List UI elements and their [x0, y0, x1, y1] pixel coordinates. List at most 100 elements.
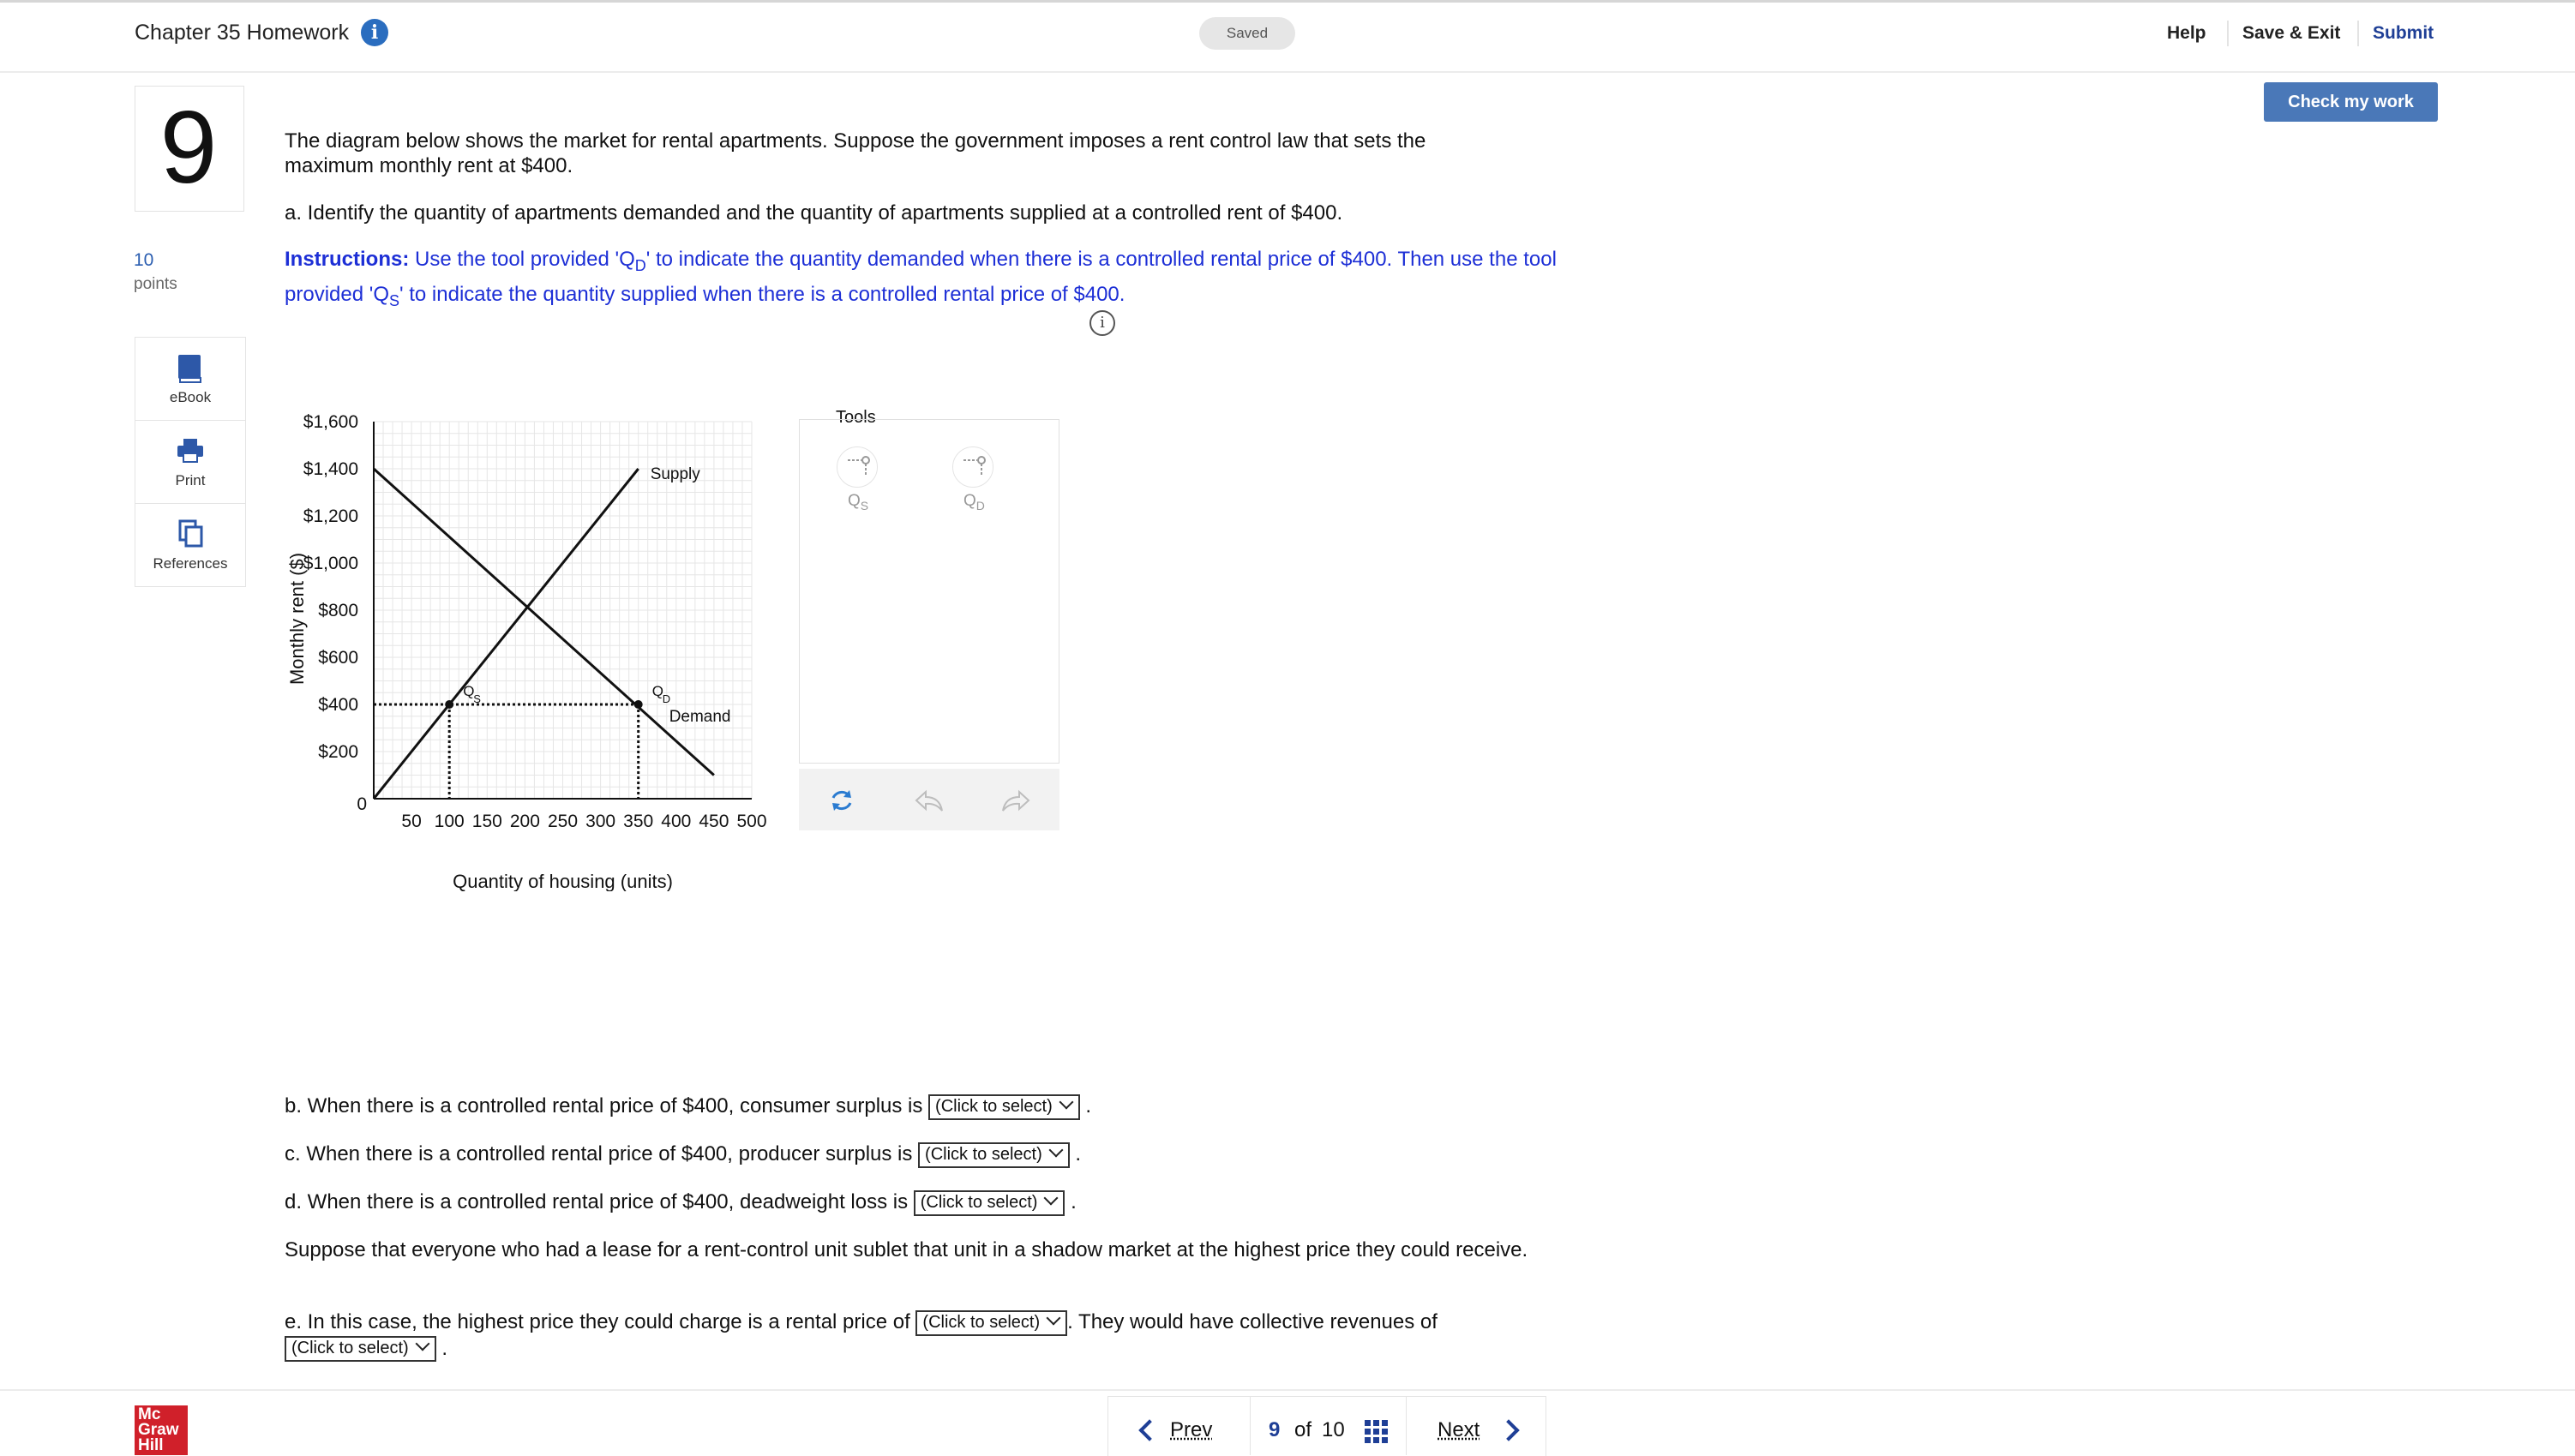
point-tool-icon [963, 456, 986, 476]
consumer-surplus-select[interactable]: (Click to select) [928, 1093, 1080, 1120]
current-page: 9 [1269, 1418, 1281, 1441]
y-tick-label: $1,600 [303, 412, 358, 432]
producer-surplus-select[interactable]: (Click to select) [918, 1141, 1070, 1168]
question-intro: The diagram below shows the market for r… [285, 129, 1426, 177]
divider [2227, 21, 2229, 46]
select-value: (Click to select) [920, 1192, 1038, 1212]
ebook-button[interactable]: eBook [135, 337, 246, 421]
marker-sub: D [663, 692, 670, 705]
period: . [441, 1336, 448, 1360]
prev-link[interactable]: Prev [1170, 1418, 1212, 1442]
select-value: (Click to select) [922, 1312, 1041, 1332]
collective-revenue-select[interactable]: (Click to select) [285, 1336, 436, 1363]
instructions-label: Instructions: [285, 248, 410, 271]
x-tick-label: 300 [585, 812, 615, 831]
points-value: 10 [134, 250, 154, 270]
x-tick-label: 250 [548, 812, 578, 831]
chevron-down-icon [1046, 1310, 1061, 1326]
points-label: points [134, 275, 177, 293]
shadow-market-text: Suppose that everyone who had a lease fo… [285, 1238, 1528, 1261]
page-total: 10 [1322, 1418, 1345, 1441]
grid-icon[interactable] [1365, 1420, 1389, 1444]
part-c-text: c. When there is a controlled rental pri… [285, 1142, 913, 1165]
market-chart[interactable]: $200 $400 $600 $800 $1,000 $1,200 $1,400 $1,600… [283, 403, 789, 891]
info-icon[interactable]: i [361, 19, 388, 46]
graph-info-icon[interactable]: i [1089, 310, 1115, 336]
divider [1250, 1396, 1251, 1455]
chevron-down-icon [1043, 1190, 1059, 1206]
chevron-down-icon [1048, 1142, 1064, 1158]
divider [1406, 1396, 1407, 1455]
select-value: (Click to select) [925, 1144, 1042, 1164]
x-tick-label: 500 [736, 812, 766, 831]
reset-icon[interactable] [828, 787, 855, 814]
next-link[interactable]: Next [1438, 1418, 1480, 1442]
question-number: 9 [159, 90, 218, 205]
printer-icon [177, 439, 203, 463]
x-tick-label: 50 [401, 812, 421, 831]
marker-sub: S [473, 692, 481, 705]
references-icon [178, 519, 203, 548]
instructions-text: Use the tool provided 'Q [409, 248, 635, 271]
page-of: of [1294, 1418, 1312, 1441]
question-part-e: e. In this case, the highest price they … [285, 1309, 1570, 1363]
redo-icon[interactable] [1000, 788, 1031, 814]
qs-tool-button[interactable] [837, 446, 878, 488]
qd-point [633, 700, 643, 709]
y-tick-label: $1,200 [303, 506, 358, 526]
deadweight-loss-select[interactable]: (Click to select) [913, 1189, 1065, 1216]
references-button[interactable]: References [135, 503, 246, 587]
instructions: Instructions: Use the tool provided 'QD '… [285, 245, 1588, 315]
y-tick-label: $1,400 [303, 459, 358, 479]
question-part-c: c. When there is a controlled rental pri… [285, 1141, 1553, 1168]
submit-link[interactable]: Submit [2373, 23, 2434, 44]
period: . [1075, 1142, 1082, 1165]
question-part-b: b. When there is a controlled rental pri… [285, 1093, 1553, 1120]
qd-tool-text: Q [963, 492, 976, 510]
x-tick-label: 200 [510, 812, 540, 831]
footer-divider [0, 1389, 2575, 1391]
question-part-d: d. When there is a controlled rental pri… [285, 1189, 1553, 1216]
y-tick-label: $400 [318, 695, 358, 715]
x-tick-label: 400 [661, 812, 691, 831]
point-tool-icon [848, 456, 870, 476]
x-axis-label: Quantity of housing (units) [453, 871, 673, 891]
print-button[interactable]: Print [135, 420, 246, 504]
x-tick-label: 100 [435, 812, 465, 831]
period: . [1085, 1094, 1092, 1117]
chevron-down-icon [415, 1336, 430, 1351]
period: . [1071, 1190, 1077, 1213]
qs-point [445, 700, 454, 709]
check-my-work-button[interactable]: Check my work [2264, 82, 2438, 122]
qd-tool-button[interactable] [952, 446, 993, 488]
y-tick-label: $800 [318, 601, 358, 620]
part-b-text: b. When there is a controlled rental pri… [285, 1094, 923, 1117]
save-exit-link[interactable]: Save & Exit [2242, 23, 2340, 44]
x-tick-label: 150 [472, 812, 502, 831]
y-axis-label: Monthly rent ($) [286, 553, 308, 685]
x-tick-label: 350 [623, 812, 653, 831]
ebook-label: eBook [169, 389, 212, 405]
y-tick-label: $1,000 [303, 554, 358, 573]
select-value: (Click to select) [935, 1096, 1053, 1116]
qs-tool-sub: S [860, 498, 869, 512]
origin-label: 0 [357, 794, 367, 814]
divider [2357, 21, 2359, 46]
qs-tool-text: Q [848, 492, 861, 510]
assignment-title: Chapter 35 Homework [135, 21, 350, 45]
help-link[interactable]: Help [2167, 23, 2206, 44]
undo-icon[interactable] [914, 788, 945, 814]
part-e-text: e. In this case, the highest price they … [285, 1310, 910, 1333]
supply-label: Supply [651, 465, 701, 483]
instructions-sub: S [388, 291, 399, 309]
question-part-a: a. Identify the quantity of apartments d… [285, 201, 1343, 225]
demand-label: Demand [669, 708, 731, 726]
select-value: (Click to select) [291, 1339, 409, 1358]
references-label: References [153, 555, 228, 572]
chevron-down-icon [1059, 1094, 1074, 1110]
instructions-text: ' to indicate the quantity supplied when… [399, 282, 1125, 306]
mcgraw-hill-logo: Mc Graw Hill [135, 1405, 188, 1455]
logo-line: Hill [138, 1436, 164, 1454]
print-label: Print [175, 472, 206, 488]
shadow-price-select[interactable]: (Click to select) [915, 1309, 1068, 1336]
